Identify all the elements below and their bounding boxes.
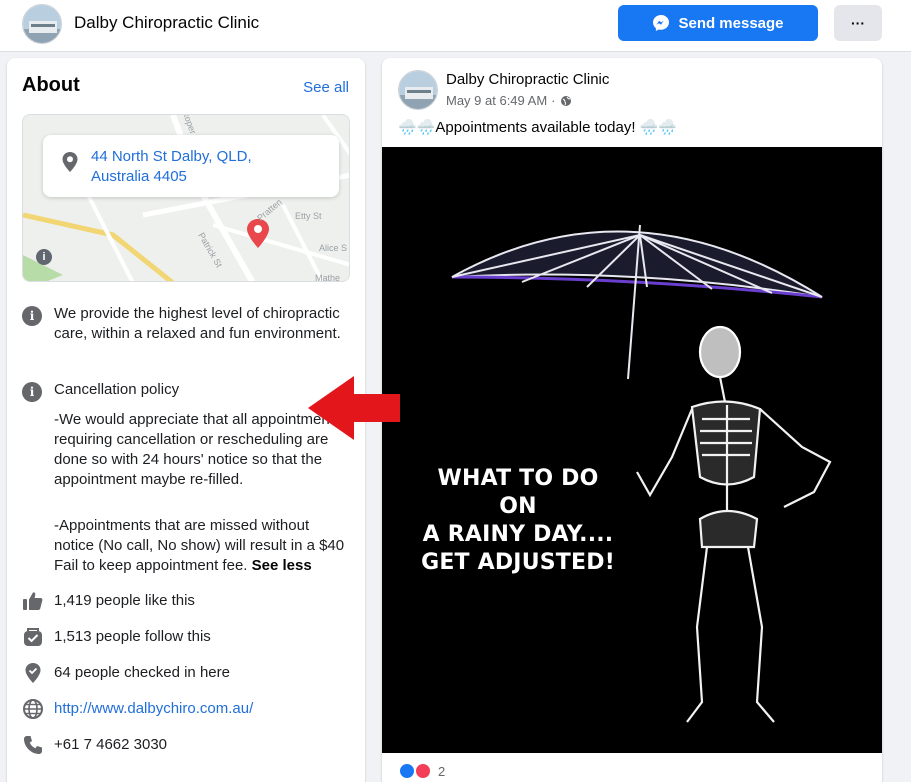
page-description: We provide the highest level of chiropra… bbox=[54, 305, 341, 342]
cancellation-paragraph-1: -We would appreciate that all appointmen… bbox=[54, 411, 342, 488]
skeleton-umbrella-illustration bbox=[451, 224, 832, 723]
location-pin-icon bbox=[62, 152, 78, 172]
thumbs-up-icon bbox=[23, 592, 43, 610]
phone-number: +61 7 4662 3030 bbox=[54, 736, 168, 753]
location-map[interactable]: Etty St Alice S Patrick St Pratten Mathe… bbox=[22, 114, 350, 282]
map-street-label: Mathe bbox=[315, 273, 341, 282]
messenger-icon bbox=[653, 15, 670, 31]
post-card: Dalby Chiropractic Clinic May 9 at 6:49 … bbox=[382, 58, 882, 782]
checkins-count: 64 people checked in here bbox=[54, 664, 230, 681]
red-arrow-annotation bbox=[308, 376, 400, 440]
info-icon: i bbox=[22, 306, 42, 326]
about-heading: About bbox=[22, 74, 80, 96]
cancellation-title: Cancellation policy bbox=[54, 381, 180, 398]
caption-line-2: A RAINY DAY.... bbox=[422, 522, 614, 547]
reaction-count: 2 bbox=[438, 763, 446, 779]
website-link[interactable]: http://www.dalbychiro.com.au/ bbox=[54, 700, 253, 717]
check-in-icon bbox=[25, 663, 41, 683]
caption-line-3: GET ADJUSTED! bbox=[421, 550, 615, 575]
send-message-button[interactable]: Send message bbox=[618, 5, 818, 41]
reactions-summary[interactable]: 2 bbox=[398, 762, 445, 780]
page-avatar[interactable] bbox=[22, 4, 62, 44]
address-link[interactable]: 44 North St Dalby, QLD, Australia 4405 bbox=[91, 147, 271, 187]
phone-row: +61 7 4662 3030 bbox=[22, 734, 352, 758]
checkins-row: 64 people checked in here bbox=[22, 662, 352, 686]
post-meta: May 9 at 6:49 AM · bbox=[446, 93, 572, 108]
post-timestamp[interactable]: May 9 at 6:49 AM bbox=[446, 93, 547, 108]
website-row: http://www.dalbychiro.com.au/ bbox=[22, 698, 352, 722]
image-caption: WHAT TO DO ON A RAINY DAY.... GET ADJUST… bbox=[418, 465, 618, 577]
more-options-button[interactable]: ··· bbox=[834, 5, 882, 41]
follows-count: 1,513 people follow this bbox=[54, 628, 211, 645]
phone-icon bbox=[24, 736, 42, 754]
caption-line-1: WHAT TO DO ON bbox=[437, 466, 599, 519]
info-icon: i bbox=[22, 382, 42, 402]
meta-separator: · bbox=[551, 93, 556, 108]
post-author-avatar[interactable] bbox=[398, 70, 438, 110]
map-street-label: Etty St bbox=[295, 211, 322, 221]
send-message-label: Send message bbox=[678, 14, 784, 32]
follow-icon bbox=[24, 628, 42, 646]
likes-count: 1,419 people like this bbox=[54, 592, 195, 609]
follows-row: 1,513 people follow this bbox=[22, 626, 352, 650]
public-globe-icon bbox=[560, 95, 571, 106]
see-all-link[interactable]: See all bbox=[303, 79, 349, 96]
map-street-label: Alice S bbox=[319, 243, 348, 253]
cancellation-paragraph-2: -Appointments that are missed without no… bbox=[54, 516, 346, 576]
post-image[interactable]: WHAT TO DO ON A RAINY DAY.... GET ADJUST… bbox=[382, 147, 882, 753]
post-author-name[interactable]: Dalby Chiropractic Clinic bbox=[446, 71, 609, 88]
address-card[interactable]: 44 North St Dalby, QLD, Australia 4405 bbox=[43, 135, 339, 197]
see-less-link[interactable]: See less bbox=[252, 557, 312, 574]
likes-row: 1,419 people like this bbox=[22, 590, 352, 614]
love-reaction-icon bbox=[414, 762, 432, 780]
map-info-icon[interactable]: i bbox=[36, 249, 52, 265]
page-header: Dalby Chiropractic Clinic Send message ·… bbox=[0, 0, 911, 52]
globe-icon bbox=[23, 699, 43, 719]
page-title[interactable]: Dalby Chiropractic Clinic bbox=[74, 13, 259, 33]
post-text: 🌧️🌧️Appointments available today! 🌧️🌧️ bbox=[398, 119, 678, 136]
